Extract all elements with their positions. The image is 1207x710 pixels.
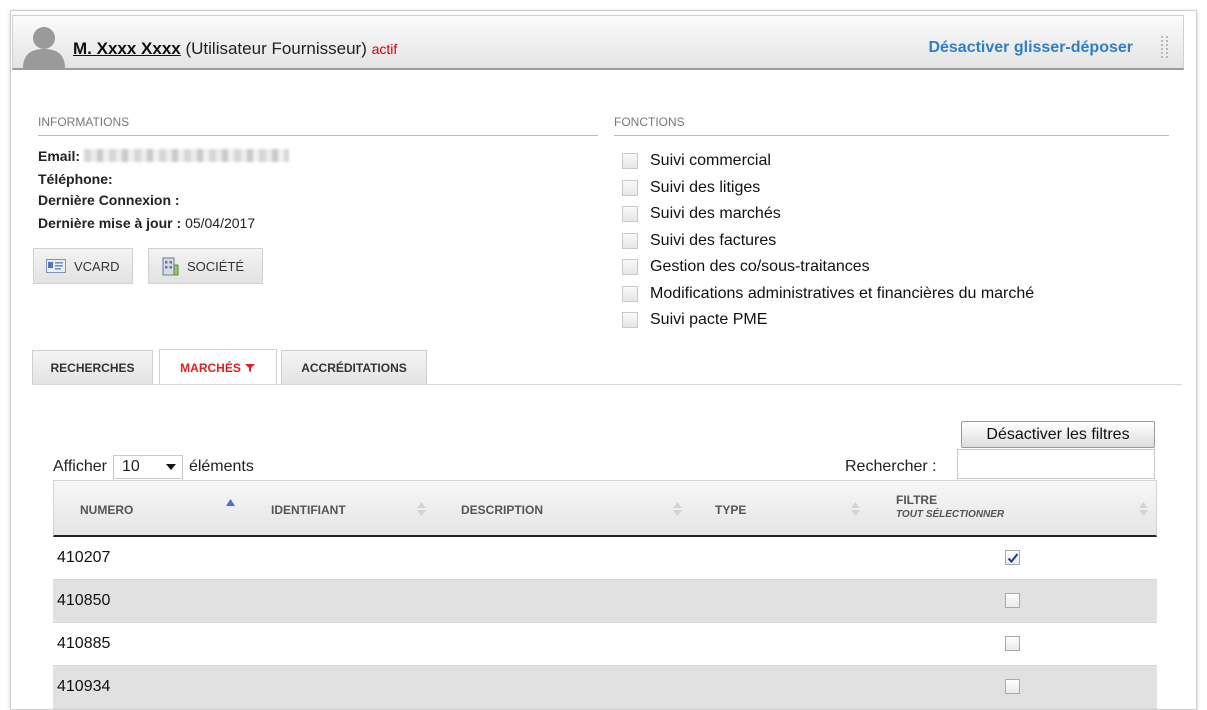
informations-title: INFORMATIONS [38, 115, 598, 136]
vcard-label: VCARD [74, 258, 120, 274]
company-label: SOCIÉTÉ [187, 258, 245, 274]
function-item[interactable]: Suivi des litiges [622, 175, 1034, 202]
function-checkbox[interactable] [622, 153, 638, 170]
search-label: Rechercher : [845, 458, 937, 475]
sort-both-icon [851, 502, 860, 516]
column-type[interactable]: TYPE [715, 503, 746, 517]
table-row[interactable]: 410850 [53, 580, 1157, 623]
function-label: Suivi des marchés [650, 205, 781, 223]
column-filtre[interactable]: FILTRE [896, 493, 937, 507]
select-all-link[interactable]: TOUT SÉLECTIONNER [896, 509, 1004, 520]
email-value-redacted [83, 149, 289, 162]
phone-label: Téléphone: [38, 171, 113, 187]
function-label: Suivi des factures [650, 231, 777, 249]
tab-accreditations[interactable]: ACCRÉDITATIONS [281, 350, 427, 384]
column-description[interactable]: DESCRIPTION [461, 503, 543, 517]
row-filter-checkbox[interactable] [1005, 679, 1020, 694]
column-identifiant[interactable]: IDENTIFIANT [271, 503, 346, 517]
sort-asc-icon [226, 499, 235, 506]
function-item[interactable]: Suivi des factures [622, 228, 1034, 255]
page-length-select[interactable]: 10 [112, 455, 183, 479]
function-checkbox[interactable] [622, 206, 638, 223]
filter-icon [244, 363, 255, 372]
row-numero: 410934 [57, 678, 111, 695]
email-line: Email: [38, 148, 289, 164]
tabs-divider [32, 384, 1182, 385]
function-item[interactable]: Suivi des marchés [622, 201, 1034, 228]
check-icon [1007, 553, 1019, 563]
functions-list: Suivi commercial Suivi des litiges Suivi d… [622, 148, 1034, 334]
table-row[interactable]: 410934 [53, 666, 1157, 709]
drag-grip-icon[interactable] [1161, 36, 1169, 58]
row-filter-checkbox[interactable] [1005, 636, 1020, 651]
sort-both-icon [1139, 502, 1148, 516]
disable-filters-button[interactable]: Désactiver les filtres [961, 421, 1155, 448]
function-checkbox[interactable] [622, 312, 638, 329]
function-label: Suivi pacte PME [650, 311, 768, 329]
user-role: (Utilisateur Fournisseur) [185, 39, 367, 58]
function-label: Suivi des litiges [650, 178, 761, 196]
disable-drag-drop-link[interactable]: Désactiver glisser-déposer [928, 39, 1133, 57]
row-filter-checkbox[interactable] [1005, 593, 1020, 608]
function-checkbox[interactable] [622, 259, 638, 276]
user-title: M. Xxxx Xxxx (Utilisateur Fournisseur) a… [73, 39, 397, 59]
last-update-label: Dernière mise à jour : [38, 215, 186, 231]
function-label: Modifications administratives et financi… [650, 284, 1035, 302]
table-row[interactable]: 410207 [53, 537, 1157, 580]
row-filter-checkbox[interactable] [1005, 550, 1020, 565]
tab-recherches[interactable]: RECHERCHES [32, 350, 153, 384]
function-label: Gestion des co/sous-traitances [650, 258, 870, 276]
fonctions-title: FONCTIONS [614, 115, 1169, 136]
user-status-badge: actif [371, 41, 398, 57]
function-item[interactable]: Gestion des co/sous-traitances [622, 254, 1034, 281]
page-length-control: Afficher 10 éléments [53, 455, 254, 479]
vcard-icon [46, 259, 66, 273]
last-update-value: 05/04/2017 [185, 215, 256, 231]
table-header: NUMERO IDENTIFIANT DESCRIPTION TYPE FILT… [53, 480, 1157, 537]
search-input[interactable] [957, 449, 1155, 479]
company-button[interactable]: SOCIÉTÉ [148, 248, 263, 284]
tab-recherches-label: RECHERCHES [50, 360, 135, 375]
last-login-line: Dernière Connexion : [38, 192, 180, 208]
tab-marches-label: MARCHÉS [180, 360, 241, 375]
function-item[interactable]: Suivi commercial [622, 148, 1034, 175]
row-numero: 410850 [57, 592, 111, 609]
page-length-value: 10 [121, 458, 140, 475]
chevron-down-icon [165, 464, 176, 470]
row-numero: 410207 [57, 549, 111, 566]
function-checkbox[interactable] [622, 285, 638, 302]
column-numero[interactable]: NUMERO [80, 503, 133, 517]
user-name-link[interactable]: M. Xxxx Xxxx [73, 39, 181, 58]
user-header: M. Xxxx Xxxx (Utilisateur Fournisseur) a… [12, 15, 1184, 70]
function-checkbox[interactable] [622, 232, 638, 249]
show-suffix: éléments [188, 458, 254, 475]
table-row[interactable]: 410885 [53, 623, 1157, 666]
function-item[interactable]: Modifications administratives et financi… [622, 281, 1034, 308]
function-label: Suivi commercial [650, 152, 771, 170]
email-label: Email: [38, 148, 84, 164]
phone-line: Téléphone: [38, 171, 113, 187]
sort-both-icon [417, 502, 426, 516]
last-login-label: Dernière Connexion : [38, 192, 180, 208]
user-avatar-icon [23, 27, 65, 68]
show-prefix: Afficher [53, 458, 107, 475]
building-icon [162, 257, 179, 276]
row-numero: 410885 [57, 635, 111, 652]
function-item[interactable]: Suivi pacte PME [622, 307, 1034, 334]
vcard-button[interactable]: VCARD [33, 248, 133, 284]
tab-marches[interactable]: MARCHÉS [159, 349, 277, 385]
last-update-line: Dernière mise à jour : 05/04/2017 [38, 215, 255, 231]
tab-accreditations-label: ACCRÉDITATIONS [301, 360, 407, 375]
sort-both-icon [673, 502, 682, 516]
function-checkbox[interactable] [622, 179, 638, 196]
